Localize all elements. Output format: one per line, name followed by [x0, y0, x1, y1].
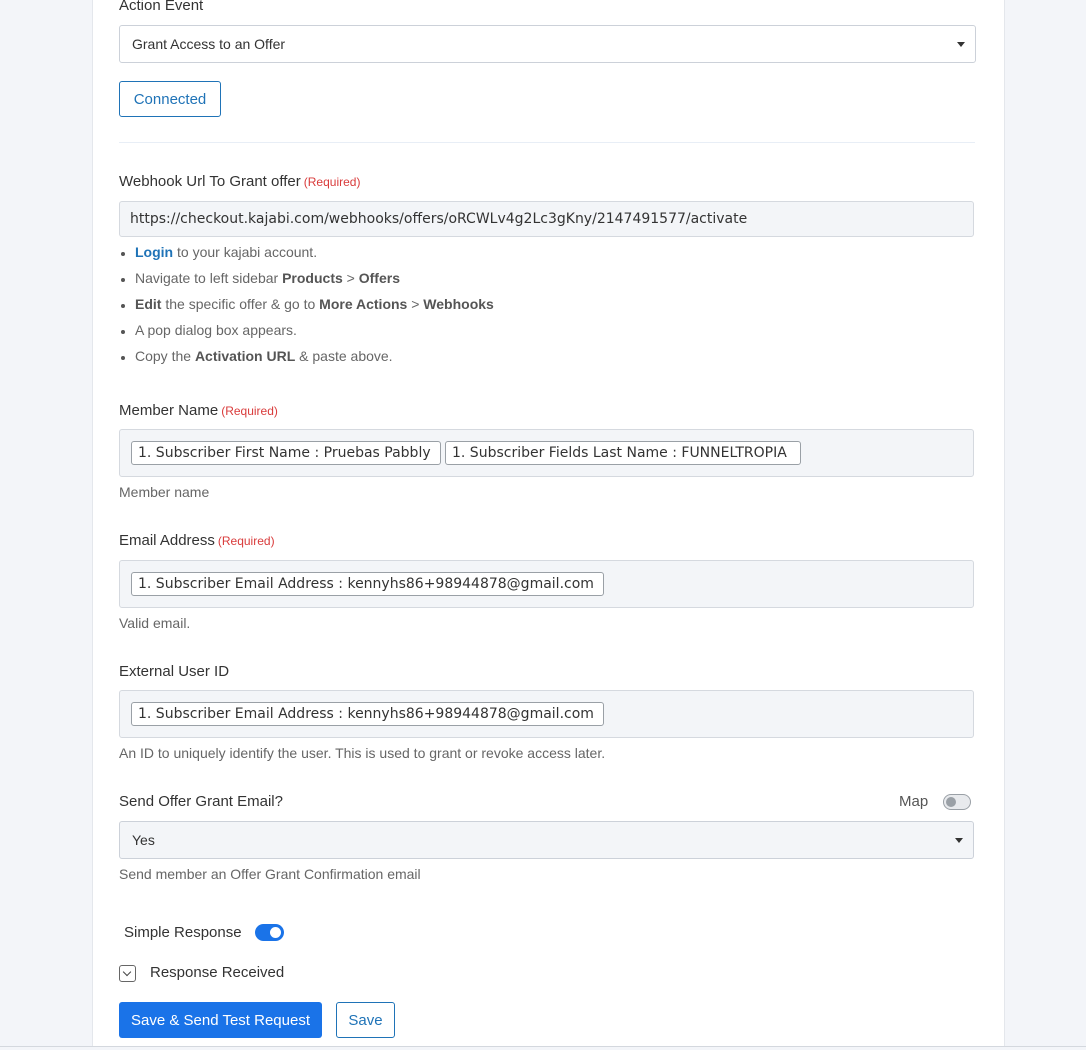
form-card: [92, 0, 1005, 1046]
instruction-text: to your kajabi account.: [173, 244, 318, 260]
member-name-help: Member name: [119, 484, 210, 500]
toggle-knob: [946, 797, 956, 807]
expand-chevron-icon[interactable]: [119, 965, 136, 982]
save-send-test-request-button[interactable]: Save & Send Test Request: [119, 1002, 322, 1038]
member-name-input[interactable]: 1. Subscriber First Name : Pruebas Pabbl…: [119, 429, 974, 477]
action-event-select[interactable]: Grant Access to an Offer: [119, 25, 976, 63]
mapped-field-tag[interactable]: 1. Subscriber Email Address : kennyhs86+…: [131, 572, 604, 596]
send-grant-email-select[interactable]: Yes: [119, 821, 974, 859]
instruction-step: Navigate to left sidebar Products > Offe…: [135, 268, 494, 294]
map-label: Map: [899, 793, 929, 810]
login-link[interactable]: Login: [135, 244, 173, 260]
email-address-label-text: Email Address: [119, 532, 215, 549]
required-marker: (Required): [217, 534, 275, 548]
required-marker: (Required): [303, 175, 361, 189]
send-grant-email-help: Send member an Offer Grant Confirmation …: [119, 866, 421, 882]
instruction-emphasis: Products: [282, 270, 343, 286]
instruction-emphasis: Activation URL: [194, 348, 296, 364]
webhook-url-value: https://checkout.kajabi.com/webhooks/off…: [130, 211, 748, 227]
member-name-label-text: Member Name: [119, 402, 219, 419]
mapped-field-tag[interactable]: 1. Subscriber Fields Last Name : FUNNELT…: [445, 441, 801, 465]
instruction-text: & paste above.: [295, 348, 393, 364]
webhook-url-input[interactable]: https://checkout.kajabi.com/webhooks/off…: [119, 201, 974, 237]
caret-down-icon: [955, 838, 963, 843]
instruction-text: >: [407, 296, 424, 312]
email-address-input[interactable]: 1. Subscriber Email Address : kennyhs86+…: [119, 560, 974, 608]
instruction-text: >: [342, 270, 359, 286]
map-toggle[interactable]: [943, 794, 971, 810]
external-user-id-label: External User ID: [119, 663, 230, 680]
section-divider: [119, 142, 975, 143]
mapped-field-tag[interactable]: 1. Subscriber Email Address : kennyhs86+…: [131, 702, 604, 726]
connected-button[interactable]: Connected: [119, 81, 221, 117]
instruction-text: Navigate to left sidebar: [135, 270, 283, 286]
email-address-help: Valid email.: [119, 615, 191, 631]
required-marker: (Required): [221, 404, 278, 418]
action-event-label: Action Event: [119, 0, 204, 14]
caret-down-icon: [957, 42, 965, 47]
instruction-emphasis: Edit: [135, 296, 162, 312]
webhook-url-label-text: Webhook Url To Grant offer: [119, 173, 301, 190]
page-bottom-border: [0, 1046, 1086, 1047]
response-received-label: Response Received: [150, 964, 285, 981]
instruction-text: A pop dialog box appears.: [135, 322, 297, 338]
simple-response-label: Simple Response: [124, 924, 242, 941]
external-user-id-help: An ID to uniquely identify the user. Thi…: [119, 745, 606, 761]
instruction-step: Login to your kajabi account.: [135, 242, 494, 268]
instruction-emphasis: More Actions: [319, 296, 408, 312]
simple-response-toggle[interactable]: [255, 924, 284, 941]
webhook-instructions-list: Login to your kajabi account.Navigate to…: [119, 242, 494, 372]
instruction-step: Edit the specific offer & go to More Act…: [135, 294, 494, 320]
action-event-value: Grant Access to an Offer: [132, 36, 286, 52]
webhook-url-label: Webhook Url To Grant offer (Required): [119, 173, 360, 190]
instruction-emphasis: Offers: [358, 270, 400, 286]
instruction-emphasis: Webhooks: [423, 296, 494, 312]
external-user-id-input[interactable]: 1. Subscriber Email Address : kennyhs86+…: [119, 690, 974, 738]
instruction-step: Copy the Activation URL & paste above.: [135, 346, 494, 372]
member-name-label: Member Name (Required): [119, 402, 278, 419]
instruction-text: the specific offer & go to: [161, 296, 320, 312]
send-grant-email-label: Send Offer Grant Email?: [119, 793, 283, 810]
instruction-step: A pop dialog box appears.: [135, 320, 494, 346]
instruction-text: Copy the: [135, 348, 195, 364]
save-button[interactable]: Save: [336, 1002, 395, 1038]
send-grant-email-value: Yes: [132, 832, 155, 848]
email-address-label: Email Address (Required): [119, 532, 275, 549]
toggle-knob: [270, 927, 281, 938]
mapped-field-tag[interactable]: 1. Subscriber First Name : Pruebas Pabbl…: [131, 441, 441, 465]
